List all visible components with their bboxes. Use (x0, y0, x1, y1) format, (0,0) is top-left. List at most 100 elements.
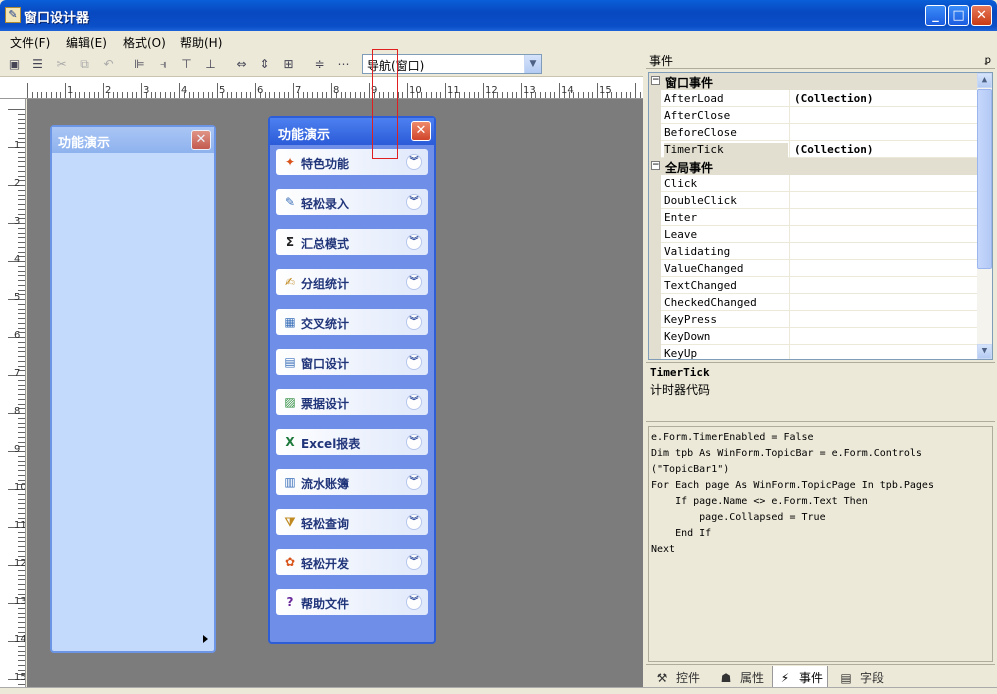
align-top-icon[interactable]: ⊤ (178, 56, 195, 73)
pin-icon[interactable]: ꝑ (985, 54, 991, 68)
same-size-icon[interactable]: ⊞ (280, 56, 297, 73)
tab-3[interactable]: ▤ 字段 (834, 666, 888, 688)
topic-group[interactable]: ✦ 特色功能 ︾ (276, 149, 428, 175)
grid-row[interactable]: KeyUp (649, 345, 977, 359)
properties-icon[interactable]: ☰ (29, 56, 46, 73)
topic-group[interactable]: ✍ 分组统计 ︾ (276, 269, 428, 295)
chevron-down-icon[interactable]: ︾ (406, 234, 422, 250)
horizontal-spacing-icon[interactable]: ⋯ (335, 56, 352, 73)
grid-row[interactable]: Validating (649, 243, 977, 260)
ruler-tick (227, 92, 228, 98)
collapse-icon[interactable]: − (651, 76, 660, 85)
minimize-button[interactable]: _ (925, 5, 946, 26)
vertical-spacing-icon[interactable]: ≑ (311, 56, 328, 73)
topic-group[interactable]: X Excel报表 ︾ (276, 429, 428, 455)
tab-0[interactable]: ⚒ 控件 (650, 666, 704, 688)
chevron-down-icon[interactable]: ︾ (406, 154, 422, 170)
grid-row[interactable]: ValueChanged (649, 260, 977, 277)
chevron-down-icon[interactable]: ︾ (406, 394, 422, 410)
tab-2[interactable]: ⚡ 事件 (772, 666, 829, 688)
chevron-down-icon[interactable]: ︾ (406, 314, 422, 330)
grid-row[interactable]: CheckedChanged (649, 294, 977, 311)
menu-edit[interactable]: 编辑(E) (66, 34, 107, 51)
grid-row[interactable]: AfterClose (649, 107, 977, 124)
grid-row[interactable]: TimerTick (Collection) (649, 141, 977, 158)
collapse-icon[interactable]: − (651, 161, 660, 170)
event-value[interactable] (789, 243, 977, 260)
event-grid[interactable]: ▲ ▼ − 窗口事件 AfterLoad (Collection) AfterClose… (648, 72, 993, 360)
scroll-thumb[interactable] (977, 89, 992, 269)
event-value[interactable] (789, 175, 977, 192)
topic-group[interactable]: ? 帮助文件 ︾ (276, 589, 428, 615)
topic-group[interactable]: Σ 汇总模式 ︾ (276, 229, 428, 255)
grid-row[interactable]: DoubleClick (649, 192, 977, 209)
grid-row[interactable]: Enter (649, 209, 977, 226)
copy-icon[interactable]: ⧉ (76, 56, 93, 73)
code-editor[interactable]: e.Form.TimerEnabled = False Dim tpb As W… (648, 426, 993, 662)
event-value[interactable] (789, 124, 977, 141)
grid-category[interactable]: − 窗口事件 (649, 73, 977, 90)
event-value[interactable] (789, 107, 977, 124)
grid-row[interactable]: Click (649, 175, 977, 192)
ruler-tick (18, 456, 25, 457)
event-value[interactable] (789, 260, 977, 277)
event-value[interactable] (789, 226, 977, 243)
chevron-down-icon[interactable]: ︾ (406, 554, 422, 570)
event-value[interactable] (789, 277, 977, 294)
maximize-button[interactable]: □ (948, 5, 969, 26)
event-value[interactable] (789, 294, 977, 311)
topic-group[interactable]: ✎ 轻松录入 ︾ (276, 189, 428, 215)
event-value[interactable]: (Collection) (789, 141, 977, 158)
grid-row[interactable]: TextChanged (649, 277, 977, 294)
scroll-down-icon[interactable]: ▼ (977, 344, 992, 359)
chevron-down-icon[interactable]: ︾ (406, 434, 422, 450)
grid-row[interactable]: Leave (649, 226, 977, 243)
tab-1[interactable]: ☗ 属性 (714, 666, 768, 688)
chevron-down-icon[interactable]: ︾ (406, 354, 422, 370)
align-bottom-icon[interactable]: ⊥ (202, 56, 219, 73)
save-icon[interactable]: ▣ (6, 56, 23, 73)
resize-grip-icon[interactable] (203, 635, 208, 643)
chevron-down-icon[interactable]: ▼ (524, 55, 541, 73)
chevron-down-icon[interactable]: ︾ (406, 194, 422, 210)
close-icon[interactable]: ✕ (191, 130, 211, 150)
menu-format[interactable]: 格式(O) (123, 34, 166, 51)
scroll-up-icon[interactable]: ▲ (977, 73, 992, 88)
topic-group[interactable]: ✿ 轻松开发 ︾ (276, 549, 428, 575)
chevron-down-icon[interactable]: ︾ (406, 274, 422, 290)
event-value[interactable] (789, 345, 977, 359)
topic-group[interactable]: ▥ 流水账簿 ︾ (276, 469, 428, 495)
topic-group[interactable]: ▤ 窗口设计 ︾ (276, 349, 428, 375)
event-value[interactable] (789, 311, 977, 328)
chevron-down-icon[interactable]: ︾ (406, 474, 422, 490)
chevron-down-icon[interactable]: ︾ (406, 594, 422, 610)
left-topic-bar[interactable]: 功能演示 ✕ (50, 125, 216, 653)
menu-help[interactable]: 帮助(H) (180, 34, 222, 51)
design-canvas[interactable]: 功能演示 ✕ 功能演示 ✕ ✦ 特色功能 ︾ ✎ 轻松录入 ︾ Σ 汇总模式 ︾ ✍ 分组统计 ︾ ▦ 交… (27, 99, 643, 687)
grid-row[interactable]: KeyPress (649, 311, 977, 328)
cut-icon[interactable]: ✂ (53, 56, 70, 73)
scrollbar[interactable]: ▲ ▼ (976, 73, 992, 359)
grid-category[interactable]: − 全局事件 (649, 158, 977, 175)
topic-group[interactable]: ⧩ 轻松查询 ︾ (276, 509, 428, 535)
menu-file[interactable]: 文件(F) (10, 34, 50, 51)
right-topic-bar[interactable]: 功能演示 ✕ ✦ 特色功能 ︾ ✎ 轻松录入 ︾ Σ 汇总模式 ︾ ✍ 分组统计 ︾ ▦ 交叉统计 ︾ ▤ 窗口… (268, 116, 436, 644)
undo-icon[interactable]: ↶ (100, 56, 117, 73)
align-left-icon[interactable]: ⊫ (131, 56, 148, 73)
same-height-icon[interactable]: ⇕ (256, 56, 273, 73)
event-value[interactable] (789, 209, 977, 226)
grid-row[interactable]: BeforeClose (649, 124, 977, 141)
ruler-tick (18, 347, 25, 348)
grid-row[interactable]: AfterLoad (Collection) (649, 90, 977, 107)
align-right-icon[interactable]: ⫣ (155, 56, 172, 73)
same-width-icon[interactable]: ⇔ (233, 56, 250, 73)
grid-row[interactable]: KeyDown (649, 328, 977, 345)
event-value[interactable]: (Collection) (789, 90, 977, 107)
topic-group[interactable]: ▦ 交叉统计 ︾ (276, 309, 428, 335)
close-button[interactable]: ✕ (971, 5, 992, 26)
event-value[interactable] (789, 328, 977, 345)
close-icon[interactable]: ✕ (411, 121, 431, 141)
event-value[interactable] (789, 192, 977, 209)
chevron-down-icon[interactable]: ︾ (406, 514, 422, 530)
topic-group[interactable]: ▨ 票据设计 ︾ (276, 389, 428, 415)
